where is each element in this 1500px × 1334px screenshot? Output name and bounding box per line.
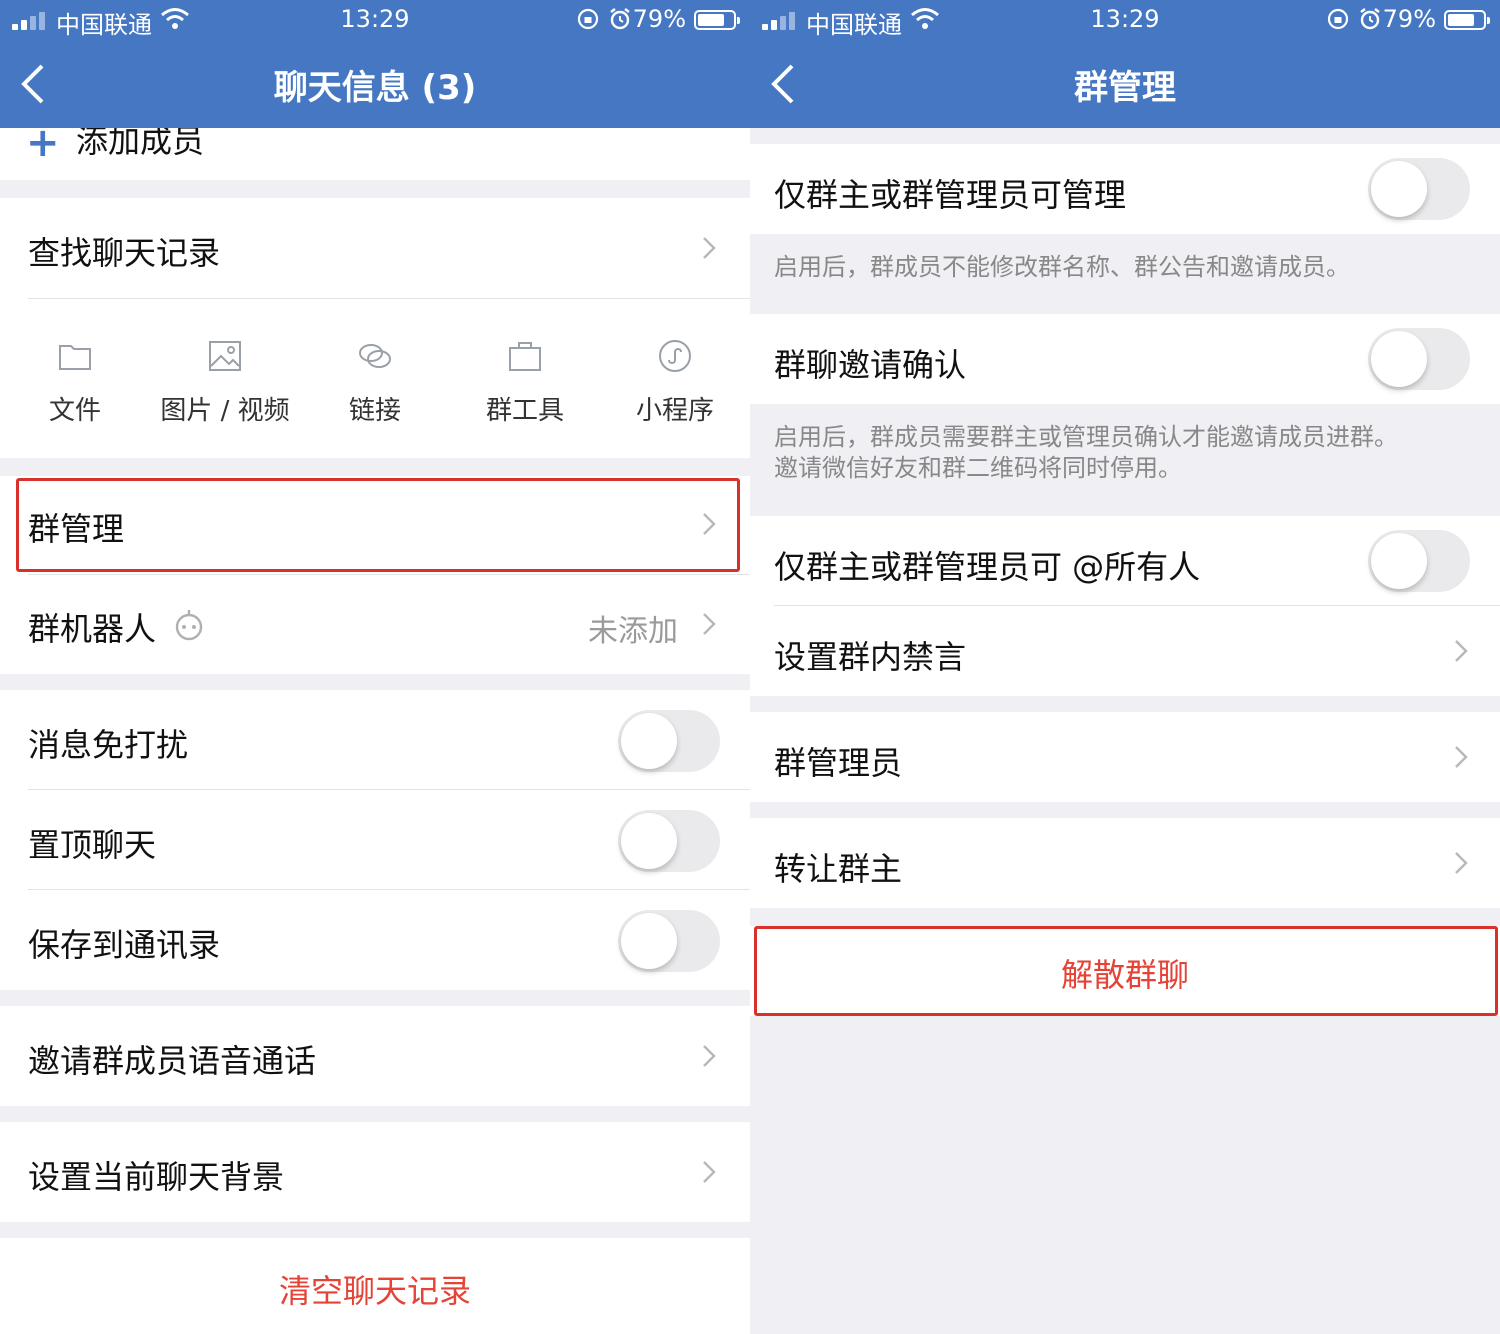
pin-label: 置顶聊天	[28, 826, 157, 864]
divider	[28, 574, 750, 575]
chevron-right-icon	[1455, 852, 1468, 874]
tool-label: 文件	[48, 396, 101, 426]
tool-label: 群工具	[485, 396, 564, 426]
toggle-knob	[621, 913, 677, 969]
rotation-lock-icon	[1327, 8, 1349, 30]
chevron-right-icon	[1455, 746, 1468, 768]
nav-bar: 群管理	[750, 40, 1500, 128]
rotation-lock-icon	[577, 8, 599, 30]
voice-call-label: 邀请群成员语音通话	[28, 1042, 317, 1080]
toggle-knob	[1371, 331, 1427, 387]
chevron-right-icon	[703, 1045, 716, 1067]
toggle-knob	[1371, 533, 1427, 589]
page-title: 聊天信息 (3)	[273, 68, 477, 108]
battery-percent: 79%	[632, 5, 686, 33]
at-all-label: 仅群主或群管理员可 @所有人	[774, 548, 1201, 586]
invite-confirm-label: 群聊邀请确认	[774, 346, 967, 384]
tool-links[interactable]: 链接	[300, 298, 450, 458]
tool-files[interactable]: 文件	[0, 298, 150, 458]
tool-label: 小程序	[635, 396, 714, 426]
pin-toggle[interactable]	[618, 810, 720, 872]
admins-label: 群管理员	[774, 744, 903, 782]
chat-info-screen: + 添加成员 查找聊天记录 文件 图片 / 视频 链接 群工具 小程序 群管理	[0, 0, 750, 1334]
alarm-icon	[1360, 8, 1380, 30]
chevron-right-icon	[703, 1161, 716, 1183]
nav-bar: 聊天信息 (3)	[0, 40, 750, 128]
divider	[28, 889, 750, 890]
toggle-knob	[621, 813, 677, 869]
status-bar: 中国联通 13:29 79%	[0, 0, 750, 40]
tool-label: 图片 / 视频	[160, 396, 290, 426]
owner-admin-only-row: 仅群主或群管理员可管理	[750, 144, 1500, 234]
add-member-row[interactable]: + 添加成员	[0, 120, 750, 180]
chat-background-row[interactable]: 设置当前聊天背景	[0, 1122, 750, 1222]
invite-confirm-toggle[interactable]	[1368, 328, 1470, 390]
toggle-knob	[621, 713, 677, 769]
toggle-knob	[1371, 161, 1427, 217]
folder-icon	[59, 345, 91, 370]
save-contacts-toggle[interactable]	[618, 910, 720, 972]
invite-confirm-hint-line: 启用后，群成员需要群主或管理员确认才能邀请成员进群。	[774, 423, 1398, 451]
clear-history-row[interactable]: 清空聊天记录	[0, 1238, 750, 1334]
tool-group-tools[interactable]: 群工具	[450, 298, 600, 458]
tool-mini-programs[interactable]: 小程序	[600, 298, 750, 458]
battery-percent: 79%	[1382, 5, 1436, 33]
battery-icon	[1444, 10, 1490, 30]
tool-media[interactable]: 图片 / 视频	[150, 298, 300, 458]
invite-confirm-hint: 启用后，群成员需要群主或管理员确认才能邀请成员进群。 邀请微信好友和群二维码将同…	[774, 422, 1470, 484]
owner-admin-only-hint: 启用后，群成员不能修改群名称、群公告和邀请成员。	[774, 253, 1350, 281]
highlight-box	[16, 478, 740, 572]
mute-label: 消息免打扰	[28, 726, 189, 764]
chat-toggles-group: 消息免打扰 置顶聊天 保存到通讯录	[0, 690, 750, 990]
group-robot-row[interactable]: 群机器人 未添加	[0, 574, 750, 674]
clear-history-button[interactable]: 清空聊天记录	[0, 1266, 750, 1312]
tool-label: 链接	[348, 396, 401, 426]
toolbox-icon	[509, 342, 541, 371]
transfer-owner-label: 转让群主	[774, 850, 903, 888]
chevron-right-icon	[703, 237, 716, 259]
invite-confirm-hint-line: 邀请微信好友和群二维码将同时停用。	[774, 454, 1182, 482]
chevron-right-icon	[703, 613, 716, 635]
mute-members-row[interactable]: 设置群内禁言	[750, 606, 1500, 696]
mute-members-label: 设置群内禁言	[774, 638, 967, 676]
search-history-row[interactable]: 查找聊天记录	[0, 198, 750, 298]
group-robot-label: 群机器人	[28, 610, 157, 648]
divider	[28, 789, 750, 790]
at-all-toggle[interactable]	[1368, 530, 1470, 592]
owner-admin-only-label: 仅群主或群管理员可管理	[774, 176, 1127, 214]
search-history-label: 查找聊天记录	[28, 234, 221, 272]
chevron-right-icon	[1455, 640, 1468, 662]
admins-row[interactable]: 群管理员	[750, 712, 1500, 802]
mute-toggle[interactable]	[618, 710, 720, 772]
owner-admin-only-toggle[interactable]	[1368, 158, 1470, 220]
highlight-box	[754, 926, 1498, 1016]
invite-confirm-row: 群聊邀请确认	[750, 314, 1500, 404]
at-all-and-mute-group: 仅群主或群管理员可 @所有人 设置群内禁言	[750, 516, 1500, 696]
save-contacts-label: 保存到通讯录	[28, 926, 221, 964]
chat-background-label: 设置当前聊天背景	[28, 1158, 285, 1196]
alarm-icon	[610, 8, 630, 30]
voice-call-row[interactable]: 邀请群成员语音通话	[0, 1006, 750, 1106]
media-tools-row: 文件 图片 / 视频 链接 群工具 小程序	[0, 298, 750, 458]
image-icon	[209, 341, 241, 371]
battery-icon	[694, 10, 740, 30]
transfer-owner-row[interactable]: 转让群主	[750, 818, 1500, 908]
group-manage-screen: 仅群主或群管理员可管理 启用后，群成员不能修改群名称、群公告和邀请成员。 群聊邀…	[750, 0, 1500, 1334]
miniprogram-icon	[659, 340, 691, 372]
link-icon	[359, 344, 391, 368]
status-bar: 中国联通 13:29 79%	[750, 0, 1500, 40]
group-robot-value: 未添加	[588, 614, 678, 649]
robot-icon	[175, 610, 203, 641]
page-title: 群管理	[1074, 68, 1176, 108]
